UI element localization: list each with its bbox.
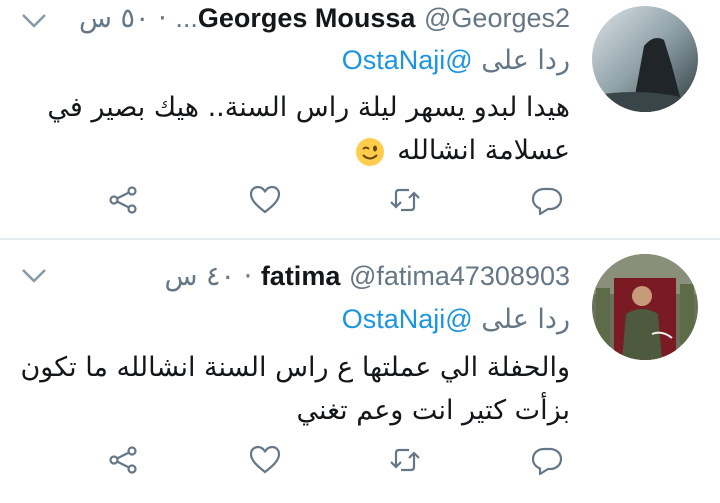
avatar[interactable] (592, 254, 698, 360)
tweet-text-line-2: بزأت كتير انت وعم تغني (296, 395, 570, 426)
tweet-text: هيدا لبدو يسهر ليلة راس السنة.. هيك بصير… (47, 86, 570, 172)
reply-button[interactable] (527, 180, 567, 220)
chevron-down-icon[interactable] (20, 267, 48, 285)
winking-face-icon (355, 137, 384, 166)
reply-mention[interactable]: @OstaNaji (342, 45, 473, 75)
timestamp[interactable]: ٤٠ س (164, 261, 235, 292)
tweet[interactable]: Georges Moussa @Georges2... · ٥٠ س ردا ع… (0, 0, 720, 238)
share-button[interactable] (103, 440, 143, 480)
reply-mention[interactable]: @OstaNaji (342, 304, 473, 334)
reply-context: ردا على @OstaNaji (342, 43, 570, 78)
user-handle[interactable]: @fatima47308903 (349, 261, 570, 291)
share-icon (109, 446, 137, 474)
reply-prefix: ردا على (481, 45, 570, 76)
tweet-text-line: والحفلة الي عملتها ع راس السنة انشالله م… (20, 352, 570, 383)
retweet-icon (390, 448, 420, 472)
reply-button[interactable] (527, 440, 567, 480)
heart-icon (249, 185, 281, 214)
tweet-header: Georges Moussa @Georges2... · ٥٠ س (79, 3, 570, 34)
tweet-text-line-content: عسلامة انشالله (397, 135, 570, 166)
tweet[interactable]: fatima @fatima47308903 · ٤٠ س ردا على @O… (0, 240, 720, 503)
tweet-header: fatima @fatima47308903 · ٤٠ س (164, 261, 570, 292)
share-icon (109, 186, 137, 214)
tweet-text: والحفلة الي عملتها ع راس السنة انشالله م… (20, 346, 570, 432)
reply-icon (531, 187, 563, 216)
like-button[interactable] (245, 440, 285, 480)
display-name[interactable]: fatima (261, 261, 341, 291)
reply-context: ردا على @OstaNaji (342, 302, 570, 337)
tweet-text-line: هيدا لبدو يسهر ليلة راس السنة.. هيك بصير… (47, 92, 570, 123)
avatar[interactable] (592, 6, 698, 112)
retweet-icon (390, 188, 420, 212)
tweet-actions (0, 440, 720, 484)
tweet-text-line-2: عسلامة انشالله (47, 129, 570, 172)
retweet-button[interactable] (385, 180, 425, 220)
display-name[interactable]: Georges Moussa (198, 3, 416, 33)
retweet-button[interactable] (385, 440, 425, 480)
reply-icon (531, 447, 563, 476)
timestamp[interactable]: ٥٠ س (79, 3, 150, 34)
tweet-actions (0, 180, 720, 224)
chevron-down-icon[interactable] (20, 12, 48, 30)
like-button[interactable] (245, 180, 285, 220)
share-button[interactable] (103, 180, 143, 220)
heart-icon (249, 445, 281, 474)
reply-prefix: ردا على (481, 304, 570, 335)
